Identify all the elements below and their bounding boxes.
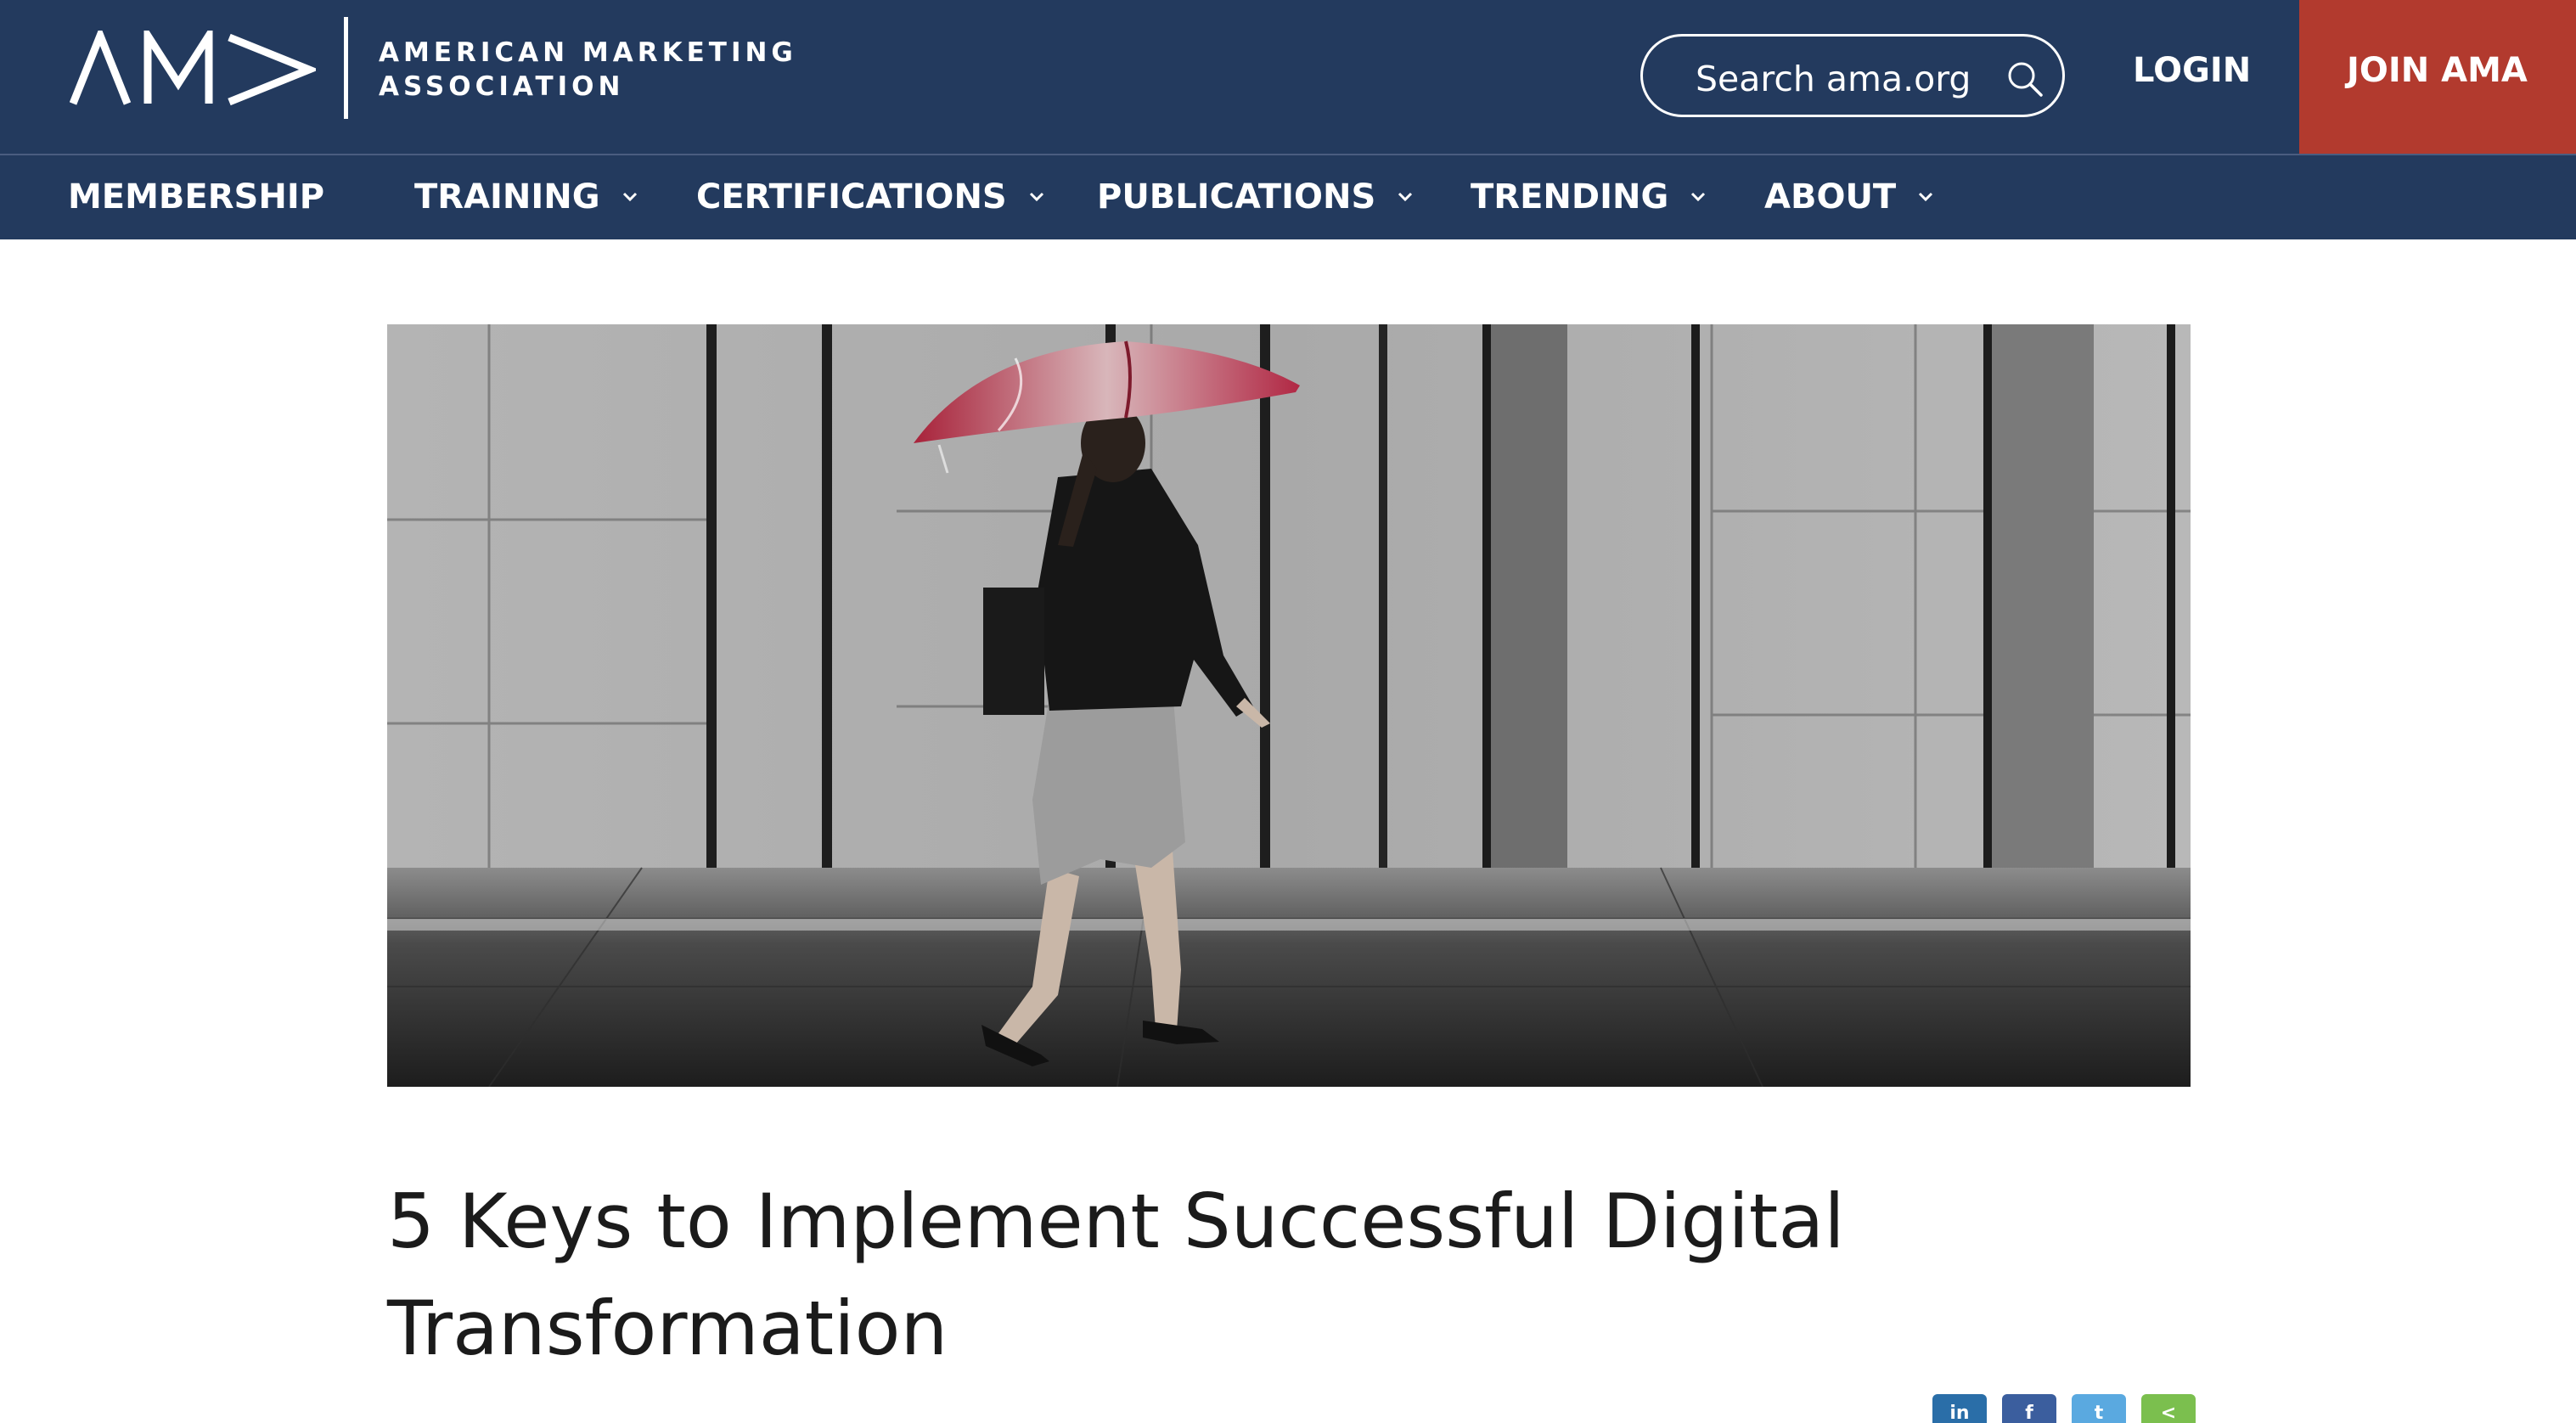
nav-item-training[interactable]: TRAINING xyxy=(414,177,641,217)
join-ama-button[interactable]: JOIN AMA xyxy=(2299,0,2576,154)
chevron-down-icon xyxy=(1029,192,1043,202)
nav-item-label: MEMBERSHIP xyxy=(68,177,325,217)
chevron-down-icon xyxy=(622,192,637,202)
nav-item-label: ABOUT xyxy=(1764,177,1897,217)
article-title-line-2: Transformation xyxy=(387,1285,948,1372)
article-title-line-1: 5 Keys to Implement Successful Digital xyxy=(387,1178,1845,1265)
search-placeholder: Search ama.org xyxy=(1696,59,1971,99)
nav-item-label: TRENDING xyxy=(1471,177,1669,217)
nav-item-trending[interactable]: TRENDING xyxy=(1471,177,1709,217)
login-button[interactable]: LOGIN xyxy=(2133,51,2251,90)
linkedin-icon[interactable]: in xyxy=(1932,1394,1987,1423)
main-nav: MEMBERSHIP TRAINING CERTIFICATIONS PUBLI… xyxy=(0,154,2576,239)
facebook-icon[interactable]: f xyxy=(2002,1394,2056,1423)
nav-item-publications[interactable]: PUBLICATIONS xyxy=(1097,177,1416,217)
ama-logo-icon[interactable] xyxy=(70,31,316,107)
site-header: AMERICAN MARKETING ASSOCIATION Search am… xyxy=(0,0,2576,154)
chevron-down-icon xyxy=(1691,192,1706,202)
article-hero-image xyxy=(387,324,2191,1087)
nav-item-about[interactable]: ABOUT xyxy=(1764,177,1937,217)
search-input[interactable]: Search ama.org xyxy=(1640,34,2065,117)
logo-line-1: AMERICAN MARKETING xyxy=(379,37,797,68)
chevron-down-icon xyxy=(1919,192,1933,202)
search-icon[interactable] xyxy=(2006,60,2044,98)
chevron-down-icon xyxy=(1398,192,1413,202)
nav-item-membership[interactable]: MEMBERSHIP xyxy=(68,177,324,217)
share-icon[interactable]: < xyxy=(2141,1394,2196,1423)
article-title: 5 Keys to Implement Successful Digital T… xyxy=(387,1168,1915,1382)
join-ama-label: JOIN AMA xyxy=(2347,51,2528,90)
logo-divider xyxy=(344,17,348,119)
nav-item-label: PUBLICATIONS xyxy=(1097,177,1376,217)
nav-item-label: TRAINING xyxy=(414,177,600,217)
nav-item-label: CERTIFICATIONS xyxy=(696,177,1007,217)
share-bar: in f t < xyxy=(1932,1394,2196,1423)
logo-line-2: ASSOCIATION xyxy=(379,71,625,102)
nav-item-certifications[interactable]: CERTIFICATIONS xyxy=(696,177,1048,217)
twitter-icon[interactable]: t xyxy=(2072,1394,2126,1423)
logo-wordmark[interactable]: AMERICAN MARKETING ASSOCIATION xyxy=(379,36,797,104)
woman-with-umbrella-photo xyxy=(387,324,2191,1087)
